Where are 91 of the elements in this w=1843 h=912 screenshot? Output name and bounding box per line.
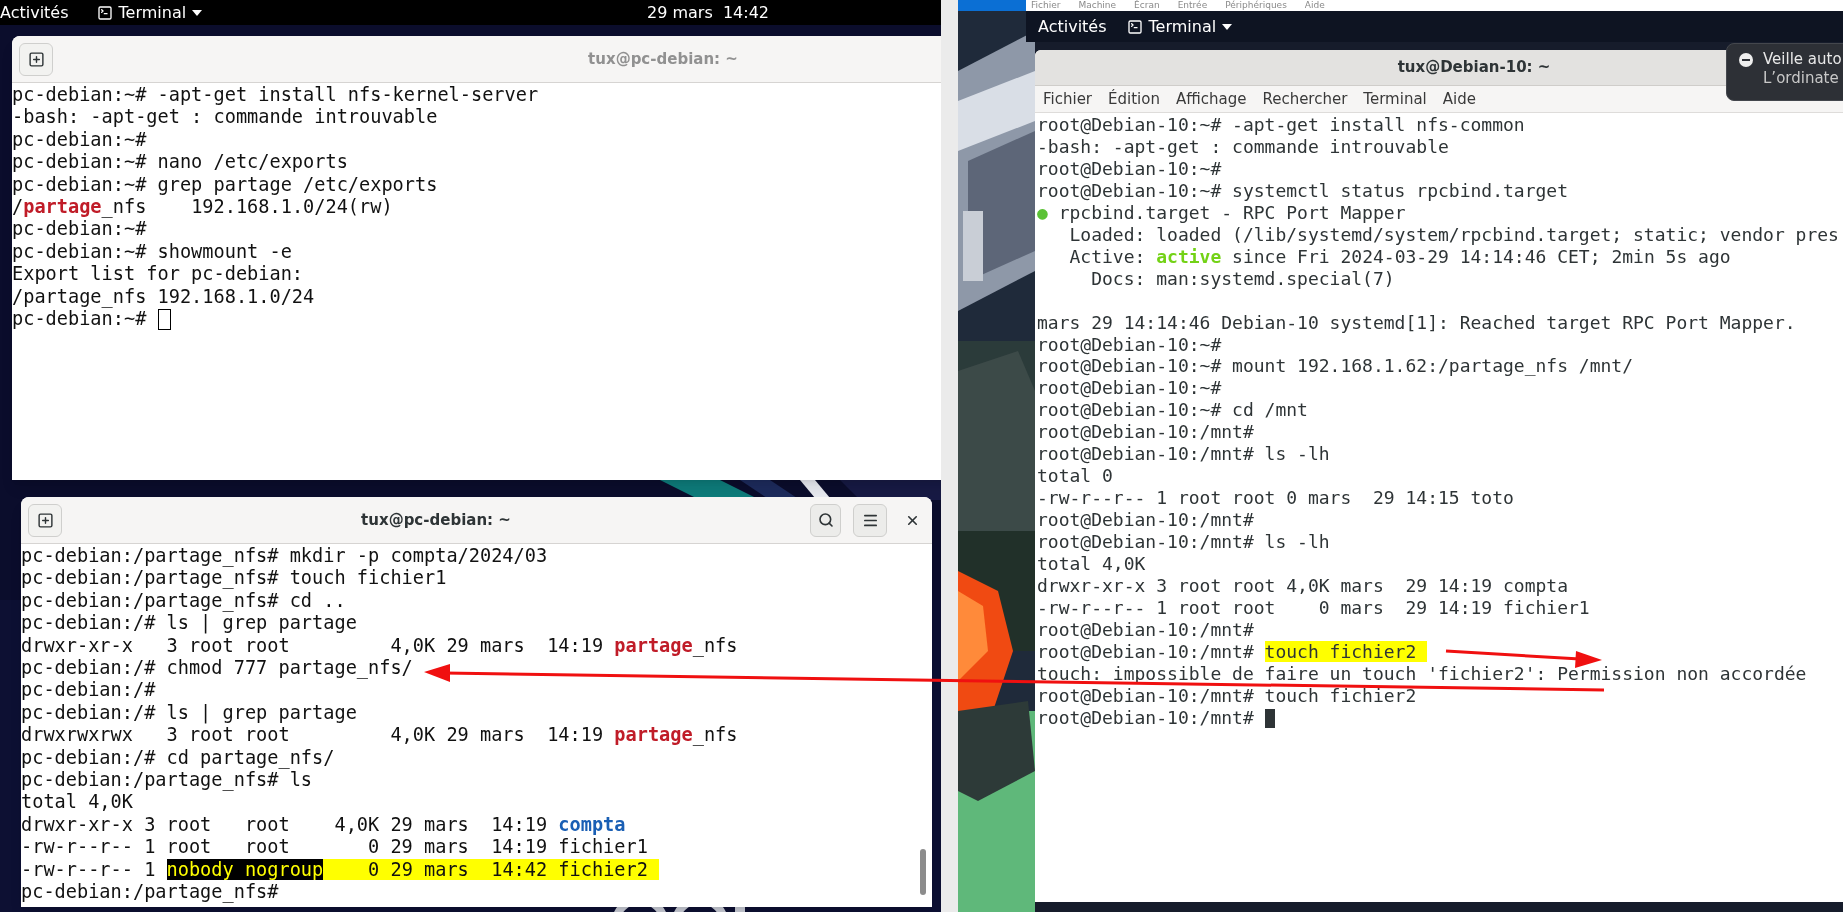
caret-icon — [192, 9, 203, 16]
plus-square-icon — [27, 50, 45, 68]
menu-item[interactable]: Fichier — [1043, 87, 1093, 111]
terminal-line: root@Debian-10:/mnt# — [1037, 509, 1254, 532]
app-menu[interactable]: Terminal — [96, 0, 203, 25]
terminal-line: root@Debian-10:~# — [1037, 377, 1222, 400]
terminal-line: root@Debian-10:/mnt# touch fichier2 — [1037, 640, 1428, 663]
terminal-line: pc-debian:~# — [12, 128, 147, 152]
terminal-line: /partage_nfs 192.168.1.0/24 — [12, 285, 315, 309]
terminal-line: total 4,0K — [1037, 553, 1146, 575]
menu-item[interactable]: Aide — [1442, 87, 1476, 111]
notification-body: L’ordinate — [1763, 69, 1840, 88]
terminal-line: pc-debian:~# — [12, 308, 171, 331]
menu-item[interactable]: Rechercher — [1262, 87, 1348, 111]
window-title: tux@pc-debian: ~ — [361, 509, 511, 531]
menu-item[interactable]: Écran — [1134, 1, 1160, 10]
terminal-line: -rw-r--r-- 1 root root 0 29 mars 14:19 fichier1 — [21, 836, 648, 859]
terminal-line: root@Debian-10:/mnt# — [1037, 421, 1254, 444]
terminal-line: pc-debian:/# ls | grep partage — [21, 701, 357, 725]
caret-icon — [1222, 23, 1233, 30]
activities-button[interactable]: Activités — [0, 0, 69, 25]
minus-circle-icon — [1739, 53, 1753, 67]
terminal-line: pc-debian:/partage_nfs# touch fichier1 — [21, 567, 447, 590]
terminal-line: root@Debian-10:~# cd /mnt — [1037, 399, 1308, 422]
vm-window-edge — [958, 0, 1026, 11]
terminal-line: pc-debian:~# -apt-get install nfs-kernel-server — [12, 84, 539, 107]
terminal-line: drwxr-xr-x 3 root root 4,0K 29 mars 14:19 compta — [21, 813, 626, 837]
terminal-line: pc-debian:/partage_nfs# ls — [21, 769, 313, 792]
terminal-line: root@Debian-10:~# — [1037, 157, 1222, 180]
terminal-line: Loaded: loaded (/lib/systemd/system/rpcbind.target; static; vendor pres — [1068, 223, 1839, 246]
app-menu[interactable]: Terminal — [1126, 14, 1233, 39]
terminal-icon — [96, 4, 113, 21]
terminal-line: Docs: man:systemd.special(7) — [1090, 267, 1395, 290]
terminal-line: pc-debian:/# cd partage_nfs/ — [21, 746, 335, 770]
activities-button[interactable]: Activités — [1038, 14, 1107, 39]
terminal-line: root@Debian-10:/mnt# — [1037, 706, 1275, 729]
terminal-line: root@Debian-10:/mnt# — [1037, 618, 1254, 641]
terminal-line: total 0 — [1037, 465, 1113, 488]
terminal-line: pc-debian:/# — [21, 679, 156, 702]
terminal-line: pc-debian:/partage_nfs# — [21, 881, 279, 904]
terminal-line: Active: active since Fri 2024-03-29 14:14:46 CET; 2min 5s ago — [1068, 245, 1731, 268]
terminal-line: root@Debian-10:~# mount 192.168.1.62:/partage_nfs /mnt/ — [1037, 355, 1634, 378]
terminal-line: total 4,0K — [21, 791, 133, 814]
terminal-line: drwxrwxrwx 3 root root 4,0K 29 mars 14:19 partage_nfs — [21, 724, 738, 747]
terminal-line: -rw-r--r-- 1 root root 0 mars 29 14:19 fichier1 — [1037, 596, 1590, 619]
terminal-line: root@Debian-10:~# — [1037, 333, 1222, 356]
terminal-line: Export list for pc-debian: — [12, 263, 304, 286]
terminal-line: root@Debian-10:~# systemctl status rpcbind.target — [1037, 179, 1568, 202]
terminal-line: root@Debian-10:/mnt# ls -lh — [1037, 443, 1330, 466]
terminal-line: pc-debian:/partage_nfs# cd .. — [21, 589, 346, 613]
terminal-line: pc-debian:~# grep partage /etc/exports — [12, 173, 438, 197]
terminal-line: -bash: -apt-get : commande introuvable — [1037, 135, 1449, 158]
terminal-line: -bash: -apt-get : commande introuvable — [12, 106, 438, 129]
window-title: tux@pc-debian: ~ — [588, 48, 738, 70]
plus-square-icon — [36, 511, 54, 529]
menu-item[interactable]: Terminal — [1363, 87, 1427, 111]
menu-item[interactable]: Entrée — [1177, 1, 1208, 10]
clock[interactable]: 29 mars 14:42 — [647, 0, 770, 25]
terminal-line: -rw-r--r-- 1 root root 0 mars 29 14:15 toto — [1037, 487, 1514, 510]
terminal-line: root@Debian-10:~# -apt-get install nfs-common — [1037, 114, 1525, 136]
window-title: tux@Debian-10: ~ — [1397, 57, 1551, 79]
terminal-line: pc-debian:/# ls | grep partage — [21, 612, 357, 635]
terminal-line: drwxr-xr-x 3 root root 4,0K mars 29 14:19 compta — [1037, 575, 1568, 597]
terminal-line: ● rpcbind.target - RPC Port Mapper — [1037, 201, 1406, 224]
notification-title: Veille auto — [1763, 50, 1842, 69]
menu-item[interactable]: Machine — [1078, 1, 1117, 10]
menu-item[interactable]: Aide — [1304, 1, 1325, 10]
terminal-line: pc-debian:~# nano /etc/exports — [12, 151, 348, 174]
terminal-line: /partage_nfs 192.168.1.0/24(rw) — [12, 196, 393, 219]
new-tab-button[interactable] — [19, 42, 53, 76]
new-tab-button[interactable] — [28, 503, 62, 537]
terminal-line: pc-debian:~# — [12, 218, 147, 241]
terminal-line: pc-debian:/# chmod 777 partage_nfs/ — [21, 657, 413, 680]
menu-item[interactable]: Affichage — [1175, 87, 1247, 111]
scrollbar-thumb[interactable] — [920, 849, 926, 895]
terminal-line: mars 29 14:14:46 Debian-10 systemd[1]: Reached target RPC Port Mapper. — [1037, 311, 1796, 334]
search-icon — [817, 512, 834, 528]
menu-item[interactable]: Fichier — [1031, 1, 1061, 10]
terminal-line: root@Debian-10:/mnt# touch fichier2 — [1037, 684, 1417, 707]
terminal-line: -rw-r--r-- 1 nobody nogroup 0 29 mars 14:42 fichier2 — [21, 858, 660, 882]
search-button[interactable] — [810, 503, 841, 537]
terminal-line: pc-debian:~# showmount -e — [12, 240, 292, 264]
terminal-icon — [1126, 18, 1143, 35]
terminal-line: pc-debian:/partage_nfs# mkdir -p compta/2024/03 — [21, 545, 548, 568]
terminal-line: root@Debian-10:/mnt# ls -lh — [1037, 531, 1330, 554]
menu-item[interactable]: Édition — [1108, 87, 1160, 111]
terminal-line: drwxr-xr-x 3 root root 4,0K 29 mars 14:19 partage_nfs — [21, 634, 738, 658]
terminal-line: touch: impossible de faire un touch 'fichier2': Permission non accordée — [1037, 662, 1807, 685]
notification[interactable]: Veille auto L’ordinate — [1726, 43, 1843, 101]
menu-button[interactable] — [853, 503, 887, 537]
menu-item[interactable]: Périphériques — [1225, 1, 1287, 10]
